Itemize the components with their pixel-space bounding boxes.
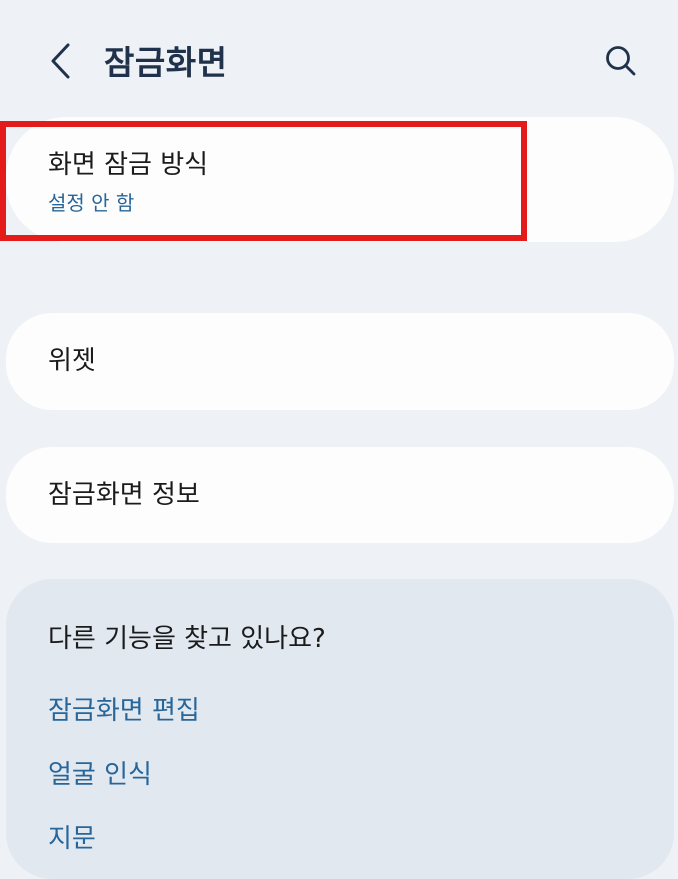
lock-screen-info-item[interactable]: 잠금화면 정보 xyxy=(6,447,674,543)
widgets-label: 위젯 xyxy=(48,346,96,376)
suggestions-title: 다른 기능을 찾고 있나요? xyxy=(48,624,326,654)
screen-lock-type-value: 설정 안 함 xyxy=(48,191,135,215)
app-header: 잠금화면 xyxy=(0,0,678,120)
chevron-left-icon xyxy=(51,43,70,79)
page-title: 잠금화면 xyxy=(104,43,228,82)
screen-lock-type-item[interactable]: 화면 잠금 방식 xyxy=(6,117,674,242)
search-button[interactable] xyxy=(598,38,644,84)
search-icon xyxy=(606,46,636,76)
lock-screen-info-label: 잠금화면 정보 xyxy=(48,480,200,510)
back-button[interactable] xyxy=(38,38,84,84)
widgets-item[interactable]: 위젯 xyxy=(6,313,674,410)
suggestions-panel: 다른 기능을 찾고 있나요? 잠금화면 편집 얼굴 인식 지문 xyxy=(6,579,674,879)
suggestion-link-edit-lock-screen[interactable]: 잠금화면 편집 xyxy=(48,693,200,729)
screen-lock-type-label: 화면 잠금 방식 xyxy=(48,150,209,180)
suggestion-link-face-recognition[interactable]: 얼굴 인식 xyxy=(48,757,152,793)
